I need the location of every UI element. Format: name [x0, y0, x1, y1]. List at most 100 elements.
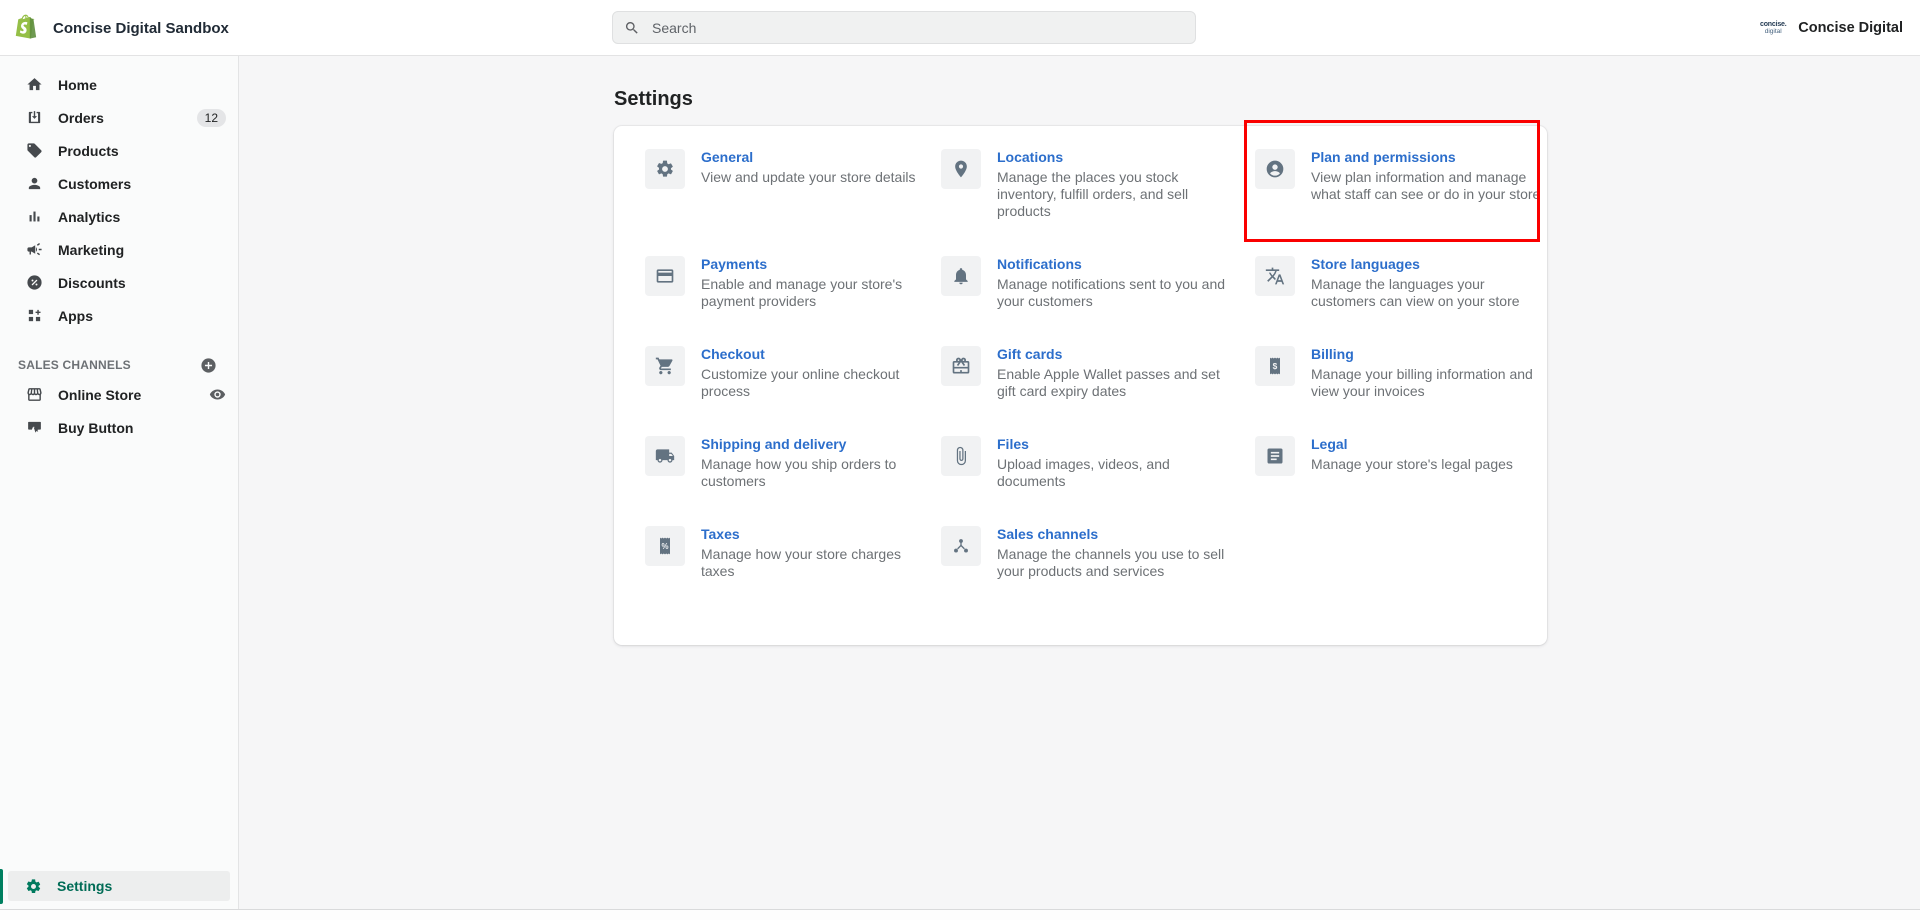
bell-icon	[951, 266, 971, 286]
settings-card-sales-channels[interactable]: Sales channels Manage the channels you us…	[941, 526, 1255, 580]
avatar-logo-text: concise.	[1760, 21, 1786, 28]
search-bar[interactable]	[612, 11, 1196, 44]
card-title-link[interactable]: Legal	[1311, 436, 1544, 453]
sidebar-item-label: Products	[58, 143, 226, 159]
gear-icon	[25, 878, 42, 895]
card-title-link[interactable]: Taxes	[701, 526, 934, 543]
avatar-logo-text-2: digital	[1765, 29, 1782, 36]
sales-channels-list: Online Store Buy Button	[0, 378, 238, 444]
sidebar-item-label: Marketing	[58, 242, 226, 258]
card-text: General View and update your store detail…	[701, 149, 934, 186]
sidebar-item-customers[interactable]: Customers	[0, 167, 238, 200]
card-icon-tile	[941, 256, 981, 296]
settings-card-shipping-and-delivery[interactable]: Shipping and deliveryManage how you ship…	[645, 436, 941, 490]
card-icon-tile	[1255, 149, 1295, 189]
gear-icon	[655, 159, 675, 179]
horizontal-scrollbar[interactable]	[0, 909, 1920, 920]
sidebar-item-home[interactable]: Home	[0, 68, 238, 101]
sidebar-item-analytics[interactable]: Analytics	[0, 200, 238, 233]
legal-doc-icon	[1265, 446, 1285, 466]
settings-card-store-languages[interactable]: Store languagesManage the languages your…	[1255, 256, 1544, 310]
sidebar-item-orders[interactable]: Orders12	[0, 101, 238, 134]
card-title-link[interactable]: Checkout	[701, 346, 934, 363]
card-description: Customize your online checkout process	[701, 366, 934, 400]
cart-icon	[655, 356, 675, 376]
settings-card-notifications[interactable]: Notifications Manage notifications sent t…	[941, 256, 1255, 310]
card-title-link[interactable]: Billing	[1311, 346, 1544, 363]
sidebar-item-settings[interactable]: Settings	[8, 871, 230, 901]
sidebar-item-buy-button[interactable]: Buy Button	[0, 411, 238, 444]
orders-icon	[26, 109, 43, 126]
settings-card-legal[interactable]: LegalManage your store's legal pages	[1255, 436, 1544, 476]
eye-icon[interactable]	[209, 386, 226, 403]
card-title-link[interactable]: Shipping and delivery	[701, 436, 934, 453]
card-icon-tile	[1255, 436, 1295, 476]
add-sales-channel-icon[interactable]	[200, 357, 217, 374]
settings-card-billing[interactable]: $ Billing Manage your billing information …	[1255, 346, 1544, 400]
settings-card-checkout[interactable]: Checkout Customize your online checkout p…	[645, 346, 941, 400]
card-description: Manage the places you stock inventory, f…	[997, 169, 1230, 220]
marketing-icon	[26, 241, 43, 258]
card-title-link[interactable]: Plan and permissions	[1311, 149, 1544, 166]
sidebar-item-label: Apps	[58, 308, 226, 324]
card-text: Taxes Manage how your store charges taxes	[701, 526, 934, 580]
translate-icon	[1265, 266, 1285, 286]
sidebar-item-discounts[interactable]: Discounts	[0, 266, 238, 299]
sidebar-item-label: Orders	[58, 110, 197, 126]
card-description: View and update your store details	[701, 169, 934, 186]
card-title-link[interactable]: Locations	[997, 149, 1230, 166]
card-title-link[interactable]: Files	[997, 436, 1230, 453]
card-title-link[interactable]: Store languages	[1311, 256, 1544, 273]
brand[interactable]: Concise Digital Sandbox	[13, 0, 229, 56]
card-title-link[interactable]: Gift cards	[997, 346, 1230, 363]
card-icon-tile: $	[1255, 346, 1295, 386]
card-title-link[interactable]: Notifications	[997, 256, 1230, 273]
card-description: Manage notifications sent to you and you…	[997, 276, 1230, 310]
sidebar-item-online-store[interactable]: Online Store	[0, 378, 238, 411]
account-menu[interactable]: concise. digital Concise Digital	[1758, 0, 1903, 56]
sidebar-item-label: Customers	[58, 176, 226, 192]
card-icon-tile	[941, 346, 981, 386]
settings-card-plan-and-permissions[interactable]: Plan and permissionsView plan informatio…	[1255, 149, 1544, 203]
card-text: Billing Manage your billing information a…	[1311, 346, 1544, 400]
sidebar-item-label: Buy Button	[58, 420, 226, 436]
search-input[interactable]	[650, 19, 1184, 37]
sidebar-item-products[interactable]: Products	[0, 134, 238, 167]
discounts-icon	[26, 274, 43, 291]
settings-card-general[interactable]: General View and update your store detail…	[645, 149, 941, 189]
sidebar-item-marketing[interactable]: Marketing	[0, 233, 238, 266]
card-text: Shipping and deliveryManage how you ship…	[701, 436, 934, 490]
settings-grid: General View and update your store detail…	[645, 149, 1516, 580]
card-icon-tile	[645, 436, 685, 476]
page-title: Settings	[614, 88, 693, 111]
card-description: Manage your billing information and view…	[1311, 366, 1544, 400]
card-icon-tile	[941, 436, 981, 476]
card-title-link[interactable]: Payments	[701, 256, 934, 273]
card-icon-tile: %	[645, 526, 685, 566]
svg-text:%: %	[661, 542, 668, 551]
card-icon-tile	[645, 256, 685, 296]
settings-card-locations[interactable]: Locations Manage the places you stock inv…	[941, 149, 1255, 220]
card-icon-tile	[941, 526, 981, 566]
sidebar-item-apps[interactable]: Apps	[0, 299, 238, 332]
card-title-link[interactable]: Sales channels	[997, 526, 1230, 543]
credit-card-icon	[655, 266, 675, 286]
settings-card-payments[interactable]: PaymentsEnable and manage your store's p…	[645, 256, 941, 310]
sales-channels-header: SALES CHANNELS	[0, 352, 238, 378]
settings-card-taxes[interactable]: % Taxes Manage how your store charges taxe…	[645, 526, 941, 580]
orders-count-badge: 12	[197, 109, 226, 127]
card-icon-tile	[645, 149, 685, 189]
settings-card-gift-cards[interactable]: Gift cardsEnable Apple Wallet passes and…	[941, 346, 1255, 400]
card-description: Manage how your store charges taxes	[701, 546, 934, 580]
settings-card-files[interactable]: FilesUpload images, videos, and document…	[941, 436, 1255, 490]
account-avatar: concise. digital	[1758, 14, 1788, 42]
card-title-link[interactable]: General	[701, 149, 934, 166]
card-text: Plan and permissionsView plan informatio…	[1311, 149, 1544, 203]
customers-icon	[26, 175, 43, 192]
sidebar-item-label: Settings	[57, 878, 112, 894]
card-description: Manage the channels you use to sell your…	[997, 546, 1230, 580]
svg-text:$: $	[1273, 361, 1278, 371]
store-name: Concise Digital Sandbox	[53, 20, 229, 37]
truck-icon	[655, 446, 675, 466]
card-text: Store languagesManage the languages your…	[1311, 256, 1544, 310]
